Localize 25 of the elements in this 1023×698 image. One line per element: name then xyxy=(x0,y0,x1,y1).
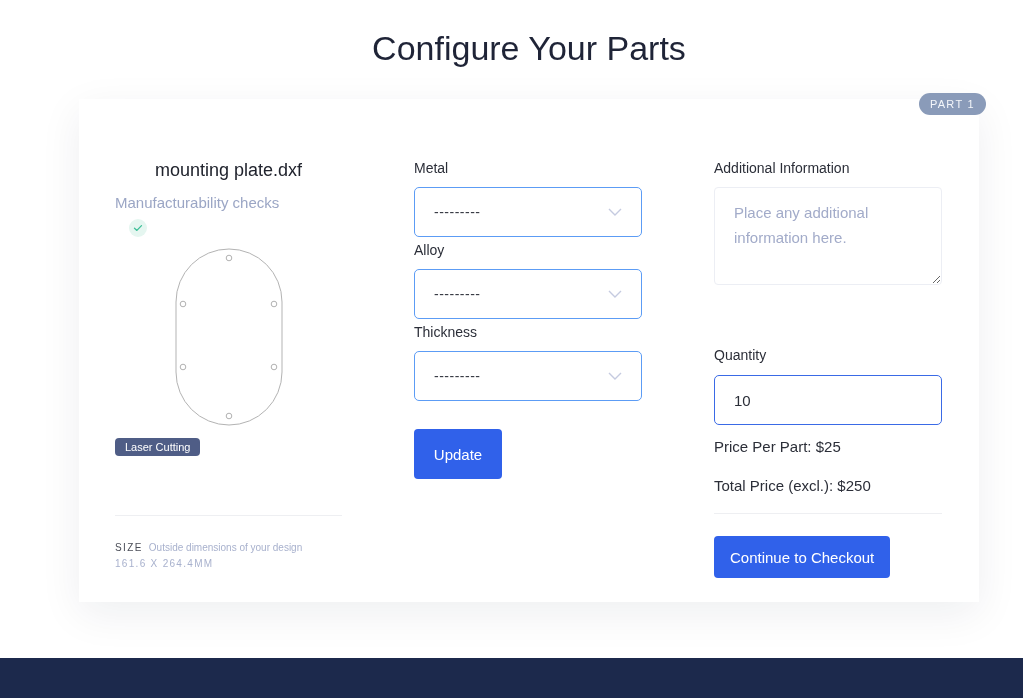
field-label: Metal xyxy=(414,159,450,178)
dropdown-select[interactable]: --------- xyxy=(414,351,642,401)
part-badge: PART 1 xyxy=(918,93,986,115)
field-label: Thickness xyxy=(414,323,479,342)
dropdown-select[interactable]: --------- xyxy=(414,269,642,319)
dropdown-select[interactable]: --------- xyxy=(414,187,642,237)
file-name: mounting plate.dxf xyxy=(154,159,303,182)
additional-info-field[interactable]: Place any additional information here. xyxy=(714,187,942,285)
price-per-part: Price Per Part: $25 xyxy=(714,437,842,457)
field-label: Quantity xyxy=(714,346,768,365)
chevron-down-icon xyxy=(608,208,622,216)
chevron-down-icon xyxy=(608,372,622,380)
total-price: Total Price (excl.): $250 xyxy=(714,476,872,496)
field-label: Alloy xyxy=(414,241,446,260)
process-tag: Laser Cutting xyxy=(115,438,201,456)
checkout-button[interactable]: Continue to Checkout xyxy=(714,536,891,578)
quantity-input[interactable]: 10 xyxy=(714,375,942,425)
update-button[interactable]: Update xyxy=(414,429,502,479)
field-label: Additional Information xyxy=(714,159,851,178)
page-title: Configure Your Parts xyxy=(372,28,686,68)
size-description: Outside dimensions of your design xyxy=(148,542,303,553)
chevron-down-icon xyxy=(608,290,622,298)
manufacturability-label: Manufacturability checks xyxy=(115,193,280,213)
size-label: SIZE xyxy=(115,542,143,553)
size-value: 161.6 X 264.4MM xyxy=(115,557,214,571)
